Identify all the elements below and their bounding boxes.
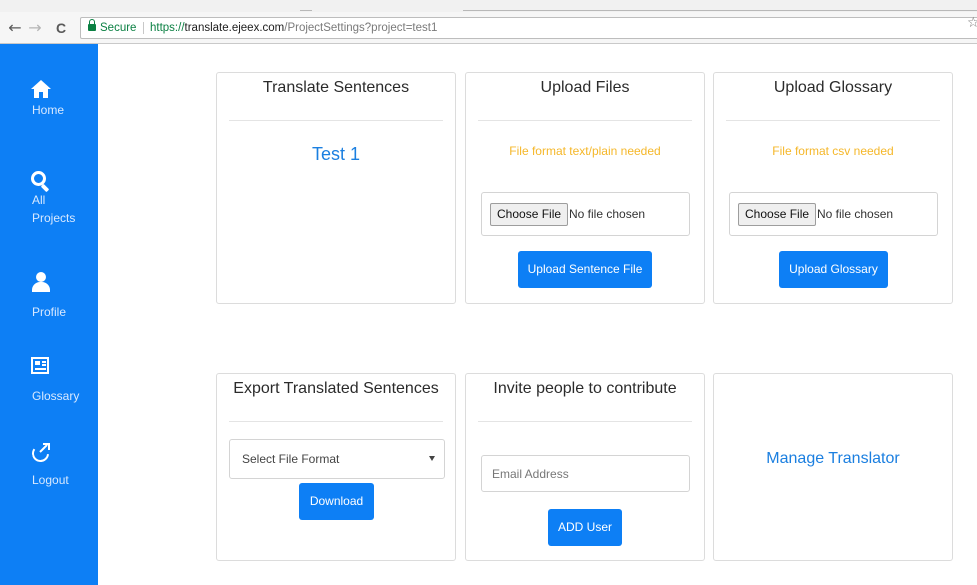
choose-file-button[interactable]: Choose File [738, 203, 817, 226]
file-format-hint: File format csv needed [772, 144, 894, 158]
caret-down-icon [429, 456, 435, 461]
download-button[interactable]: Download [299, 483, 374, 520]
card-title: Upload Files [540, 79, 630, 96]
card-divider [478, 421, 692, 422]
add-user-button[interactable]: ADD User [548, 509, 622, 546]
tab-edge-left [300, 10, 312, 11]
sidebar-item-glossary[interactable]: Glossary [0, 356, 98, 406]
newspaper-icon [30, 356, 52, 378]
url-text: https://translate.ejeex.com/ProjectSetti… [150, 18, 437, 38]
card-title: Translate Sentences [262, 79, 410, 96]
url-host: translate.ejeex.com [184, 22, 285, 34]
sidebar-item-all-projects[interactable]: All Projects [0, 168, 98, 238]
sidebar-item-label: Profile [32, 305, 67, 319]
no-file-chosen-text: No file chosen [817, 207, 894, 221]
sidebar-item-profile[interactable]: Profile [0, 272, 98, 322]
card-title: Export Translated Sentences [233, 380, 439, 397]
bookmark-star-icon[interactable]: ☆ [967, 15, 977, 31]
invite-people-card: Invite people to contribute ADD User [465, 373, 705, 561]
card-title: Invite people to contribute [493, 380, 677, 397]
manage-translator-card: Manage Translator [713, 373, 953, 561]
upload-sentence-file-button[interactable]: Upload Sentence File [518, 251, 652, 288]
reload-icon[interactable]: C [52, 18, 70, 38]
sidebar-item-label: Glossary [32, 389, 80, 403]
sidebar-item-label: Home [32, 103, 65, 117]
card-divider [229, 421, 443, 422]
browser-toolbar: ← → C Secure https://translate.ejeex.com… [0, 12, 977, 44]
email-field[interactable] [482, 456, 689, 491]
sentence-file-input[interactable]: Choose File No file chosen [481, 192, 690, 236]
translate-sentences-card: Translate Sentences Test 1 [216, 72, 456, 304]
sidebar-item-label: Logout [32, 473, 69, 487]
secure-label: Secure [100, 22, 137, 34]
lock-icon [88, 19, 96, 31]
sidebar-item-label: All [32, 193, 46, 207]
sidebar-item-label-line2: Projects [32, 211, 76, 225]
glossary-file-input[interactable]: Choose File No file chosen [729, 192, 938, 236]
file-format-select[interactable]: Select File Format [229, 439, 445, 479]
tab-edge-right [463, 10, 977, 11]
choose-file-button[interactable]: Choose File [490, 203, 569, 226]
address-separator [143, 22, 144, 34]
card-title: Upload Glossary [773, 79, 893, 96]
upload-files-card: Upload Files File format text/plain need… [465, 72, 705, 304]
tab-strip [0, 0, 977, 12]
back-icon[interactable]: ← [6, 18, 24, 38]
browser-chrome: ← → C Secure https://translate.ejeex.com… [0, 0, 977, 44]
url-scheme: https:// [150, 22, 185, 34]
sidebar: Home All Projects Profile Glossary Logou… [0, 44, 98, 585]
card-divider [478, 120, 692, 121]
card-divider [726, 120, 940, 121]
url-path: /ProjectSettings?project=test1 [284, 22, 438, 34]
address-bar[interactable]: Secure https://translate.ejeex.com/Proje… [80, 17, 977, 39]
no-file-chosen-text: No file chosen [569, 207, 646, 221]
home-icon [30, 80, 52, 102]
user-icon [30, 272, 52, 294]
sidebar-item-logout[interactable]: Logout [0, 440, 98, 490]
export-sentences-card: Export Translated Sentences Select File … [216, 373, 456, 561]
logout-icon [28, 441, 53, 466]
card-divider [229, 120, 443, 121]
project-link-test1[interactable]: Test 1 [217, 144, 455, 165]
upload-glossary-button[interactable]: Upload Glossary [779, 251, 888, 288]
file-format-hint: File format text/plain needed [509, 144, 661, 158]
select-value: Select File Format [242, 452, 340, 466]
upload-glossary-card: Upload Glossary File format csv needed C… [713, 72, 953, 304]
manage-translator-link[interactable]: Manage Translator [714, 450, 952, 468]
search-icon [30, 170, 52, 193]
email-field-wrapper [481, 455, 690, 492]
forward-icon[interactable]: → [26, 18, 44, 38]
sidebar-item-home[interactable]: Home [0, 78, 98, 128]
